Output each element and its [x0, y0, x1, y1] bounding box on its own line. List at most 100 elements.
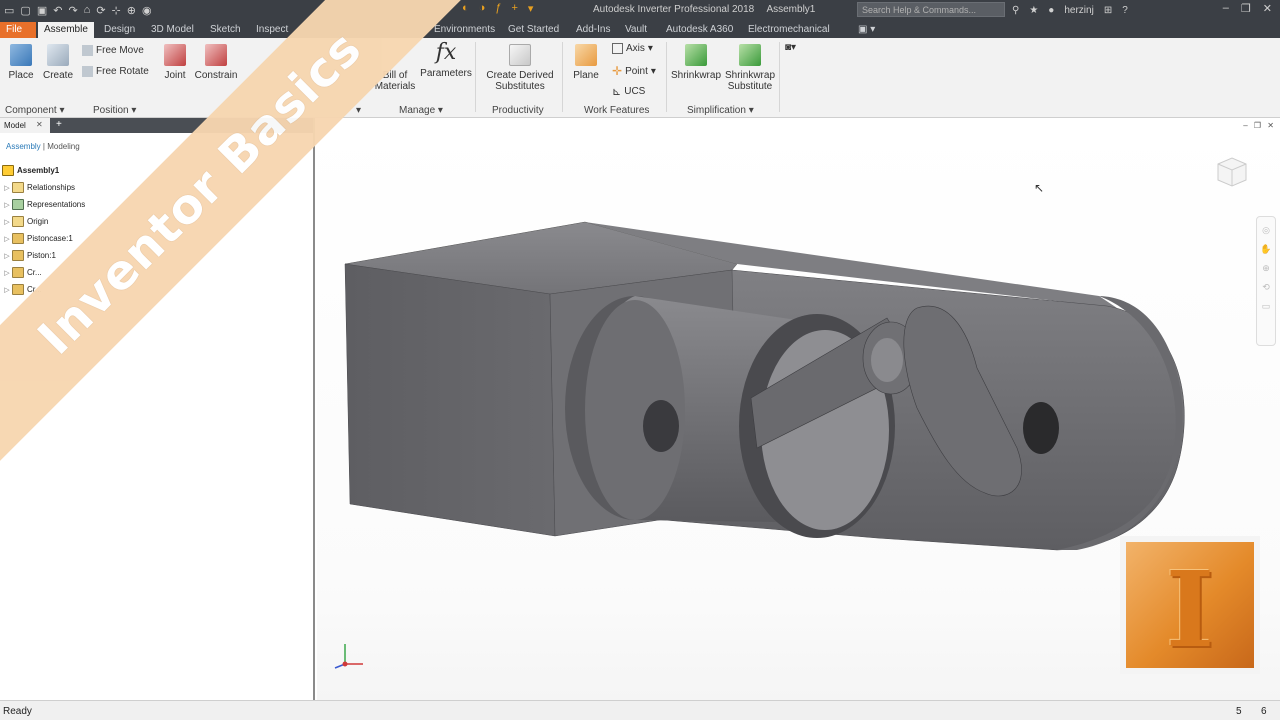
free-rotate-button[interactable]: Free Rotate [82, 66, 149, 77]
create-derived-substitutes-button[interactable]: Create Derived Substitutes [484, 44, 556, 92]
part-icon [12, 233, 24, 244]
status-bar: Ready 5 6 [0, 700, 1280, 720]
shrinkwrap-substitute-button[interactable]: Shrinkwrap Substitute [724, 44, 776, 92]
color-icon[interactable]: ◐ [462, 2, 469, 15]
tab-design[interactable]: Design [98, 22, 141, 38]
formula-icon[interactable]: ƒ [495, 2, 501, 15]
subtab-assembly[interactable]: Assembly [6, 142, 41, 151]
tab-get-started[interactable]: Get Started [502, 22, 565, 38]
status-count-2: 6 [1261, 706, 1267, 717]
open-icon[interactable]: ▢ [20, 4, 30, 17]
create-button[interactable]: Create [42, 44, 74, 81]
tab-sketch[interactable]: Sketch [204, 22, 247, 38]
expand-icon[interactable]: ▷ [2, 235, 12, 243]
close-icon[interactable]: ✕ [36, 120, 43, 129]
panel-position[interactable]: Position ▾ [93, 105, 136, 116]
panel-productivity[interactable]: Productivity [492, 105, 544, 116]
orbit-icon[interactable]: ⟲ [1257, 282, 1275, 293]
tab-a360[interactable]: Autodesk A360 [660, 22, 739, 38]
shrinkwrap-button[interactable]: Shrinkwrap [670, 44, 722, 81]
place-button[interactable]: Place [6, 44, 36, 81]
part-icon [12, 250, 24, 261]
select-icon[interactable]: ⊹ [112, 4, 121, 17]
star-icon[interactable]: ★ [1029, 5, 1038, 16]
ribbon-separator [562, 42, 563, 112]
add-tab-icon[interactable]: + [56, 119, 62, 130]
navigation-bar[interactable]: ◎ ✋ ⊕ ⟲ ▭ [1256, 216, 1276, 346]
panel-manage[interactable]: Manage ▾ [399, 105, 443, 116]
undo-icon[interactable]: ↶ [53, 4, 62, 17]
expand-icon[interactable]: ▷ [2, 252, 12, 260]
material-icon[interactable]: ◑ [479, 2, 486, 15]
redo-icon[interactable]: ↷ [68, 4, 77, 17]
tree-item[interactable]: ▷ Representations [2, 196, 85, 213]
tab-file[interactable]: File [0, 22, 36, 38]
panel-component[interactable]: Component ▾ [5, 105, 65, 116]
coordinate-triad [334, 644, 363, 669]
camera-icon[interactable]: ▣ ▾ [852, 22, 881, 38]
tab-assemble[interactable]: Assemble [38, 22, 94, 38]
panel-relationships-dropdown[interactable]: ▾ [356, 105, 361, 116]
status-text: Ready [3, 706, 32, 717]
plane-icon [575, 44, 597, 66]
tab-3d-model[interactable]: 3D Model [145, 22, 200, 38]
save-icon[interactable]: ▣ [37, 4, 47, 17]
ucs-button[interactable]: ⊾ UCS [612, 85, 645, 98]
dropdown-icon[interactable]: ▾ [528, 2, 534, 15]
viewcube[interactable] [1214, 154, 1250, 190]
expand-icon[interactable]: ▷ [2, 201, 12, 209]
ribbon-options-button[interactable]: ◙▾ [785, 42, 796, 53]
update-icon[interactable]: ⟳ [96, 4, 105, 17]
tab-environments[interactable]: Environments [428, 22, 501, 38]
assembly-icon [2, 165, 14, 176]
joint-button[interactable]: Joint [160, 44, 190, 81]
constrain-icon [205, 44, 227, 66]
binoculars-icon[interactable]: ⚲ [1012, 5, 1019, 16]
expand-icon[interactable]: ▷ [2, 218, 12, 226]
tab-electromechanical[interactable]: Electromechanical [742, 22, 836, 38]
home-icon[interactable]: ⌂ [84, 4, 91, 16]
panel-simplification[interactable]: Simplification ▾ [687, 105, 754, 116]
tree-item-assembly[interactable]: Assembly1 [2, 162, 85, 179]
add-icon[interactable]: + [511, 2, 517, 15]
axis-button[interactable]: Axis ▾ [612, 43, 653, 54]
subtab-modeling[interactable]: Modeling [47, 142, 79, 151]
tab-add-ins[interactable]: Add-Ins [570, 22, 616, 38]
tree-item[interactable]: ▷ Origin [2, 213, 85, 230]
user-icon[interactable]: ● [1048, 5, 1054, 16]
point-icon: ✛ [612, 64, 623, 78]
help-icon[interactable]: ? [1122, 5, 1128, 16]
restore-icon[interactable]: ❐ [1241, 2, 1251, 15]
plane-button[interactable]: Plane [571, 44, 601, 81]
appearance-icon[interactable]: ◉ [142, 4, 152, 17]
expand-icon[interactable]: ▷ [2, 286, 12, 294]
logo-tile: I [1126, 542, 1254, 671]
point-button[interactable]: ✛ Point ▾ [612, 64, 656, 78]
free-move-icon [82, 45, 93, 56]
axis-icon [612, 43, 623, 54]
fx-icon: fx [435, 40, 457, 65]
free-move-button[interactable]: Free Move [82, 45, 144, 56]
cart-icon[interactable]: ⊞ [1104, 5, 1112, 16]
close-icon[interactable]: ✕ [1263, 2, 1272, 15]
rod-pin [871, 338, 903, 382]
search-input[interactable]: Search Help & Commands... [857, 2, 1005, 17]
measure-icon[interactable]: ⊕ [127, 4, 136, 17]
tree-item[interactable]: ▷ Pistoncase:1 [2, 230, 85, 247]
derived-icon [509, 44, 531, 66]
steering-wheel-icon[interactable]: ◎ [1257, 225, 1275, 236]
look-at-icon[interactable]: ▭ [1257, 301, 1275, 312]
panel-work-features[interactable]: Work Features [584, 105, 649, 116]
parameters-button[interactable]: fx Parameters [420, 40, 472, 79]
tree-item[interactable]: ▷ Relationships [2, 179, 85, 196]
tab-vault[interactable]: Vault [619, 22, 653, 38]
constrain-button[interactable]: Constrain [194, 44, 238, 81]
user-name[interactable]: herzinj [1064, 5, 1093, 16]
pan-icon[interactable]: ✋ [1257, 244, 1275, 255]
expand-icon[interactable]: ▷ [2, 184, 12, 192]
zoom-icon[interactable]: ⊕ [1257, 263, 1275, 274]
expand-icon[interactable]: ▷ [2, 269, 12, 277]
minimize-icon[interactable]: – [1223, 2, 1229, 15]
quick-access-toolbar: ▭ ▢ ▣ ↶ ↷ ⌂ ⟳ ⊹ ⊕ ◉ [4, 0, 152, 20]
new-icon[interactable]: ▭ [4, 4, 14, 17]
